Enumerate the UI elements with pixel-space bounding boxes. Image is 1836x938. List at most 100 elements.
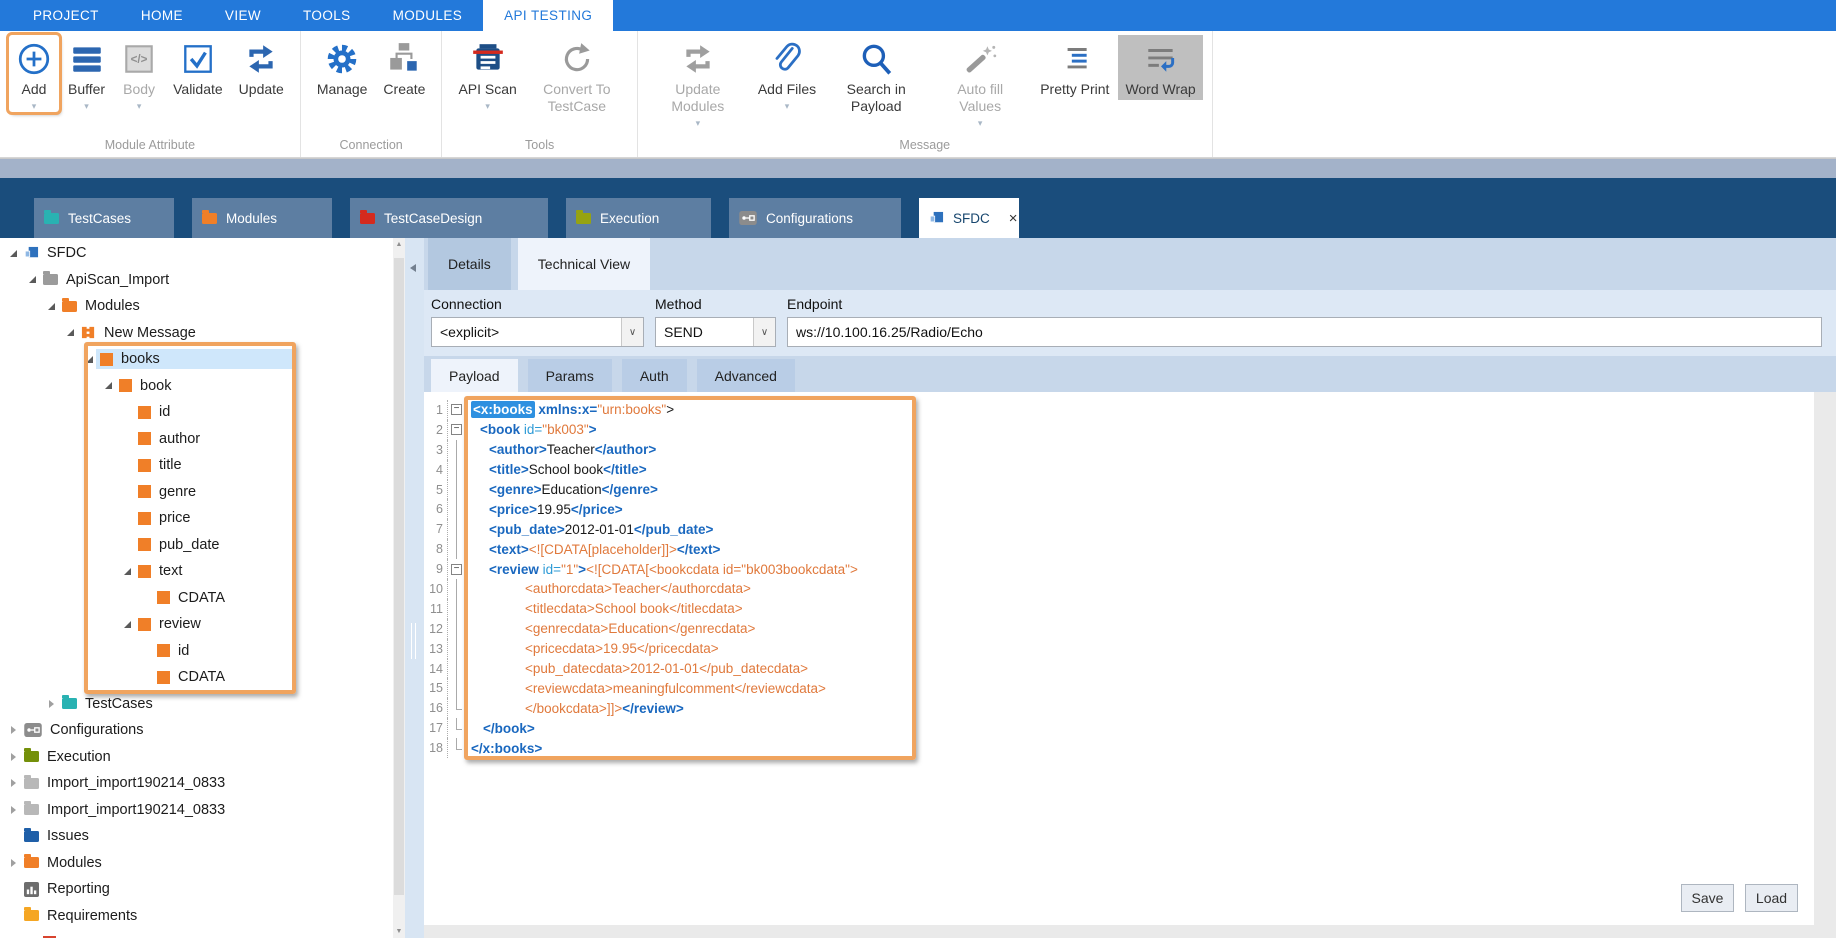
expand-arrow-icon[interactable] — [82, 356, 96, 363]
tree-item-new-message[interactable]: New Message — [0, 320, 393, 347]
tree-item-label: text — [159, 563, 182, 579]
tab-technical-view[interactable]: Technical View — [518, 238, 650, 290]
ribbon-button-create[interactable]: Create — [376, 35, 432, 100]
doc-tab-modules[interactable]: Modules — [192, 198, 332, 238]
tree-item-configurations[interactable]: Configurations — [0, 717, 393, 744]
tree-item-reporting[interactable]: Reporting — [0, 876, 393, 903]
panel-splitter[interactable] — [405, 238, 424, 938]
expand-arrow-icon[interactable] — [44, 303, 58, 310]
menu-tab-api-testing[interactable]: API TESTING — [483, 0, 613, 31]
menu-tab-project[interactable]: PROJECT — [12, 0, 120, 31]
tree-item-item[interactable] — [0, 929, 393, 938]
tree-item-issues[interactable]: Issues — [0, 823, 393, 850]
tree-item-import-import190214-0833[interactable]: Import_import190214_0833 — [0, 797, 393, 824]
expand-arrow-icon[interactable] — [101, 382, 115, 389]
scrollbar-thumb[interactable] — [394, 258, 404, 895]
tree-item-sfdc[interactable]: SFDC — [0, 240, 393, 267]
expand-arrow-icon[interactable] — [120, 621, 134, 628]
tree-item-id[interactable]: id — [0, 399, 393, 426]
collapse-left-icon[interactable] — [410, 264, 416, 272]
connection-label: Connection — [431, 296, 655, 312]
save-button[interactable]: Save — [1681, 884, 1734, 912]
tree-item-import-import190214-0833[interactable]: Import_import190214_0833 — [0, 770, 393, 797]
tab-payload[interactable]: Payload — [431, 359, 518, 392]
tree-item-pub-date[interactable]: pub_date — [0, 532, 393, 559]
tree-item-price[interactable]: price — [0, 505, 393, 532]
ribbon-button-validate[interactable]: Validate — [166, 35, 230, 100]
chevron-down-icon[interactable]: ∨ — [753, 318, 775, 346]
tree-item-genre[interactable]: genre — [0, 479, 393, 506]
close-icon[interactable]: × — [999, 210, 1018, 227]
ribbon-button-api-scan[interactable]: API Scan▾ — [451, 35, 523, 112]
ribbon-button-update[interactable]: Update — [232, 35, 291, 100]
tree-item-modules[interactable]: Modules — [0, 850, 393, 877]
tree-item-books[interactable]: books — [0, 346, 393, 373]
code-line: 6<price>19.95</price> — [424, 499, 1836, 519]
expand-arrow-icon[interactable] — [6, 779, 20, 787]
tab-auth[interactable]: Auth — [622, 359, 687, 392]
ribbon-button-search-in-payload[interactable]: Search in Payload — [825, 35, 927, 117]
dropdown-caret-icon[interactable]: ▾ — [84, 102, 89, 110]
tree-item-execution[interactable]: Execution — [0, 744, 393, 771]
tree-item-book[interactable]: book — [0, 373, 393, 400]
tree-item-text[interactable]: text — [0, 558, 393, 585]
tree-item-review[interactable]: review — [0, 611, 393, 638]
ribbon-button-buffer[interactable]: Buffer▾ — [61, 35, 112, 112]
tab-details[interactable]: Details — [428, 238, 511, 290]
ribbon-button-manage[interactable]: Manage — [310, 35, 375, 100]
doc-tab-sfdc[interactable]: SFDC× — [919, 198, 1019, 238]
expand-arrow-icon[interactable] — [44, 700, 58, 708]
expand-arrow-icon[interactable] — [63, 329, 77, 336]
load-button[interactable]: Load — [1745, 884, 1798, 912]
doc-tab-configurations[interactable]: Configurations — [729, 198, 901, 238]
fold-marker-icon[interactable]: − — [448, 400, 465, 420]
dropdown-caret-icon[interactable]: ▾ — [785, 102, 790, 110]
tree-item-author[interactable]: author — [0, 426, 393, 453]
scroll-down-icon[interactable]: ▼ — [393, 928, 405, 935]
tree-item-cdata[interactable]: CDATA — [0, 664, 393, 691]
menu-tab-view[interactable]: VIEW — [204, 0, 282, 31]
endpoint-input[interactable] — [787, 317, 1822, 347]
expand-arrow-icon[interactable] — [6, 753, 20, 761]
expand-arrow-icon[interactable] — [25, 276, 39, 283]
dropdown-caret-icon[interactable]: ▾ — [485, 102, 490, 110]
expand-arrow-icon[interactable] — [120, 568, 134, 575]
expand-arrow-icon[interactable] — [6, 726, 20, 734]
tab-advanced[interactable]: Advanced — [697, 359, 795, 392]
doc-tab-execution[interactable]: Execution — [566, 198, 711, 238]
tree-item-apiscan-import[interactable]: ApiScan_Import — [0, 267, 393, 294]
splitter-grip[interactable] — [411, 623, 416, 659]
expand-arrow-icon[interactable] — [6, 250, 20, 257]
menu-tab-modules[interactable]: MODULES — [372, 0, 484, 31]
dropdown-caret-icon[interactable]: ▾ — [32, 102, 37, 110]
tree-item-id[interactable]: id — [0, 638, 393, 665]
expand-arrow-icon[interactable] — [6, 859, 20, 867]
doc-tab-testcases[interactable]: TestCases — [34, 198, 174, 238]
tree-scrollbar[interactable]: ▲ ▼ — [393, 238, 405, 938]
ribbon-button-pretty-print[interactable]: Pretty Print — [1033, 35, 1116, 100]
tree-item-title[interactable]: title — [0, 452, 393, 479]
editor-horizontal-scrollbar[interactable] — [424, 925, 1814, 938]
ribbon-button-add-files[interactable]: Add Files▾ — [751, 35, 823, 112]
editor-vertical-scrollbar[interactable] — [1814, 392, 1836, 938]
tree-item-cdata[interactable]: CDATA — [0, 585, 393, 612]
scroll-up-icon[interactable]: ▲ — [393, 241, 405, 248]
code-line: 5<genre>Education</genre> — [424, 480, 1836, 500]
add-circle-icon — [16, 41, 52, 77]
tree-item-requirements[interactable]: Requirements — [0, 903, 393, 930]
tree-item-testcases[interactable]: TestCases — [0, 691, 393, 718]
fold-marker-icon[interactable]: − — [448, 559, 465, 579]
ribbon-button-add[interactable]: Add▾ — [9, 35, 59, 112]
menu-tab-home[interactable]: HOME — [120, 0, 204, 31]
ribbon-button-word-wrap[interactable]: Word Wrap — [1118, 35, 1202, 100]
expand-arrow-icon[interactable] — [6, 806, 20, 814]
tab-params[interactable]: Params — [528, 359, 612, 392]
fold-marker-icon[interactable]: − — [448, 420, 465, 440]
payload-editor[interactable]: 1−<x:books xmlns:x="urn:books">2−<book i… — [424, 392, 1836, 938]
connection-select[interactable]: <explicit> ∨ — [431, 317, 644, 347]
tree-item-modules[interactable]: Modules — [0, 293, 393, 320]
method-select[interactable]: SEND ∨ — [655, 317, 776, 347]
chevron-down-icon[interactable]: ∨ — [621, 318, 643, 346]
menu-tab-tools[interactable]: TOOLS — [282, 0, 372, 31]
doc-tab-testcasedesign[interactable]: TestCaseDesign — [350, 198, 548, 238]
